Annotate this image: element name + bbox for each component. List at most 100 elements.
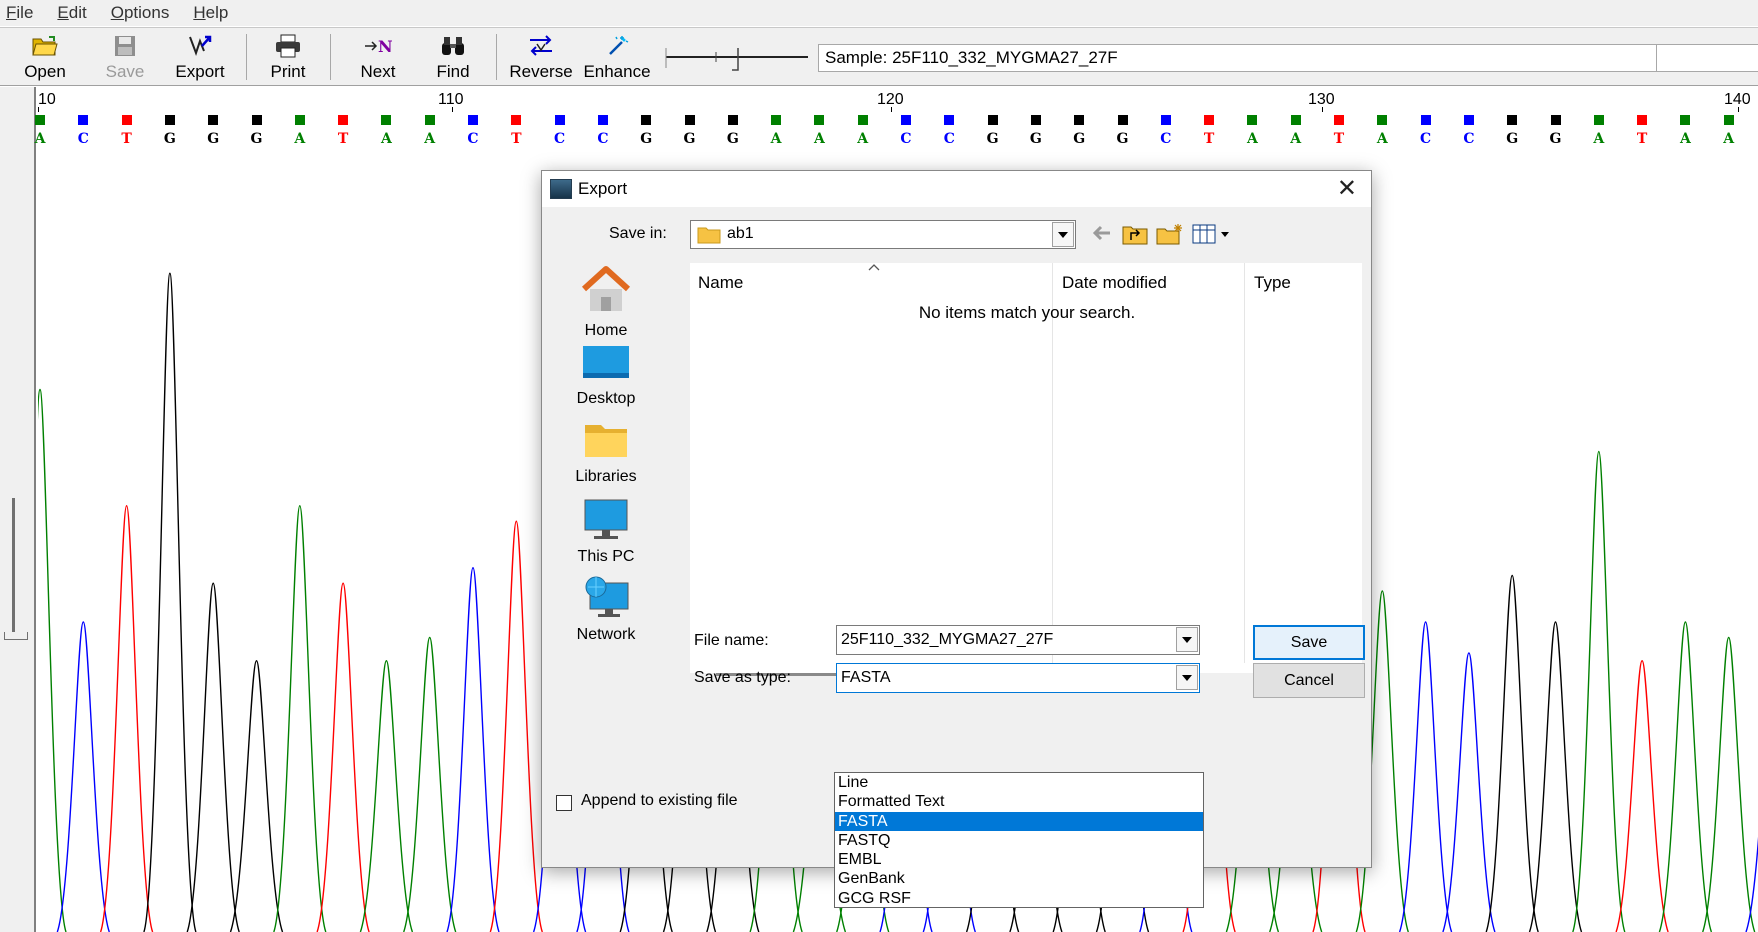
file-list[interactable]: Name Date modified Type No items match y… (690, 263, 1362, 673)
place-desktop[interactable]: Desktop (562, 343, 650, 408)
menu-edit[interactable]: Edit (57, 3, 86, 23)
save-button[interactable]: Save (1253, 625, 1365, 660)
base-call[interactable]: A (290, 111, 310, 147)
column-divider (1244, 263, 1245, 663)
base-call[interactable]: G (160, 111, 180, 147)
reverse-button[interactable]: Reverse (508, 32, 574, 82)
save-button[interactable]: Save (100, 32, 150, 82)
base-call[interactable]: G (983, 111, 1003, 147)
zoom-slider[interactable] (664, 44, 810, 82)
base-call[interactable]: A (766, 111, 786, 147)
base-call[interactable]: T (117, 111, 137, 147)
place-network[interactable]: Network (562, 575, 650, 644)
type-option-formatted-text[interactable]: Formatted Text (835, 792, 1203, 811)
base-letter: T (1203, 131, 1215, 147)
base-call[interactable]: G (1502, 111, 1522, 147)
dialog-titlebar[interactable]: Export ✕ (542, 171, 1371, 207)
base-call[interactable]: A (30, 111, 50, 147)
base-call[interactable]: C (896, 111, 916, 147)
file-name-field[interactable]: 25F110_332_MYGMA27_27F (836, 625, 1200, 655)
base-call[interactable]: A (809, 111, 829, 147)
save-in-combo[interactable]: ab1 (690, 220, 1076, 249)
base-call[interactable]: G (1113, 111, 1133, 147)
base-call[interactable]: C (593, 111, 613, 147)
base-call[interactable]: A (420, 111, 440, 147)
base-call[interactable]: C (463, 111, 483, 147)
base-call[interactable]: C (550, 111, 570, 147)
append-checkbox[interactable] (556, 795, 572, 811)
base-call[interactable]: A (1675, 111, 1695, 147)
base-call[interactable]: G (1546, 111, 1566, 147)
base-call[interactable]: T (506, 111, 526, 147)
base-call[interactable]: A (1242, 111, 1262, 147)
base-call[interactable]: G (247, 111, 267, 147)
base-call[interactable]: T (1329, 111, 1349, 147)
back-arrow-icon[interactable] (1090, 223, 1112, 243)
up-folder-icon[interactable] (1122, 223, 1148, 245)
place-this-pc[interactable]: This PC (562, 497, 650, 566)
base-quality-marker (35, 115, 45, 125)
vertical-scale-slider[interactable] (12, 498, 18, 632)
open-button[interactable]: Open (20, 32, 70, 82)
type-option-embl[interactable]: EMBL (835, 850, 1203, 869)
menu-file[interactable]: File (6, 3, 33, 23)
type-option-line[interactable]: Line (835, 773, 1203, 792)
base-call[interactable]: C (1459, 111, 1479, 147)
export-button[interactable]: Export (170, 32, 230, 82)
column-date-modified[interactable]: Date modified (1062, 273, 1167, 293)
base-call[interactable]: G (1069, 111, 1089, 147)
type-option-fasta[interactable]: FASTA (835, 811, 1203, 831)
column-name[interactable]: Name (698, 273, 743, 293)
chevron-down-icon[interactable] (1052, 222, 1074, 247)
base-call[interactable]: G (723, 111, 743, 147)
menu-help[interactable]: Help (193, 3, 228, 23)
type-option-fastq[interactable]: FASTQ (835, 831, 1203, 850)
base-call[interactable]: A (1286, 111, 1306, 147)
base-letter: C (1420, 131, 1432, 147)
base-letter: A (34, 131, 46, 147)
chevron-down-icon[interactable] (1176, 665, 1198, 690)
vertical-scale-knob[interactable] (4, 632, 28, 640)
base-quality-marker (684, 115, 695, 125)
base-call[interactable]: G (680, 111, 700, 147)
save-as-type-combo[interactable]: FASTA (836, 663, 1200, 693)
print-button[interactable]: Print (262, 32, 314, 82)
type-option-gcg-rsf[interactable]: GCG RSF (835, 889, 1203, 908)
type-option-genbank[interactable]: GenBank (835, 869, 1203, 888)
base-call[interactable]: A (376, 111, 396, 147)
base-call[interactable]: A (1372, 111, 1392, 147)
base-letter: G (726, 131, 739, 147)
base-call[interactable]: T (1199, 111, 1219, 147)
menu-options[interactable]: Options (111, 3, 170, 23)
base-call[interactable]: A (1589, 111, 1609, 147)
column-type[interactable]: Type (1254, 273, 1291, 293)
base-letter: T (511, 131, 522, 147)
next-button[interactable]: N Next (356, 32, 400, 82)
base-call[interactable]: A (1719, 111, 1739, 147)
base-call[interactable]: C (1156, 111, 1176, 147)
trace-peak (1442, 652, 1496, 932)
base-call[interactable]: T (333, 111, 353, 147)
base-call[interactable]: C (939, 111, 959, 147)
new-folder-icon[interactable] (1156, 223, 1184, 245)
find-button[interactable]: Find (432, 32, 474, 82)
trace-peak (1702, 636, 1756, 932)
append-label: Append to existing file (581, 792, 738, 809)
base-quality-marker (1723, 115, 1734, 125)
close-icon[interactable]: ✕ (1337, 177, 1357, 201)
enhance-button[interactable]: Enhance (582, 32, 652, 82)
save-type-dropdown-list[interactable]: Line Formatted Text FASTA FASTQ EMBL Gen… (834, 772, 1204, 908)
view-menu-icon[interactable] (1192, 223, 1232, 245)
chevron-down-icon[interactable] (1176, 627, 1198, 652)
cancel-button[interactable]: Cancel (1253, 663, 1365, 698)
base-call[interactable]: G (1026, 111, 1046, 147)
place-libraries[interactable]: Libraries (562, 421, 650, 486)
base-call[interactable]: A (853, 111, 873, 147)
base-call[interactable]: C (73, 111, 93, 147)
base-call[interactable]: G (636, 111, 656, 147)
base-call[interactable]: G (203, 111, 223, 147)
base-call[interactable]: C (1416, 111, 1436, 147)
base-quality-marker (1074, 115, 1085, 125)
base-call[interactable]: T (1632, 111, 1652, 147)
place-home[interactable]: Home (562, 265, 650, 340)
